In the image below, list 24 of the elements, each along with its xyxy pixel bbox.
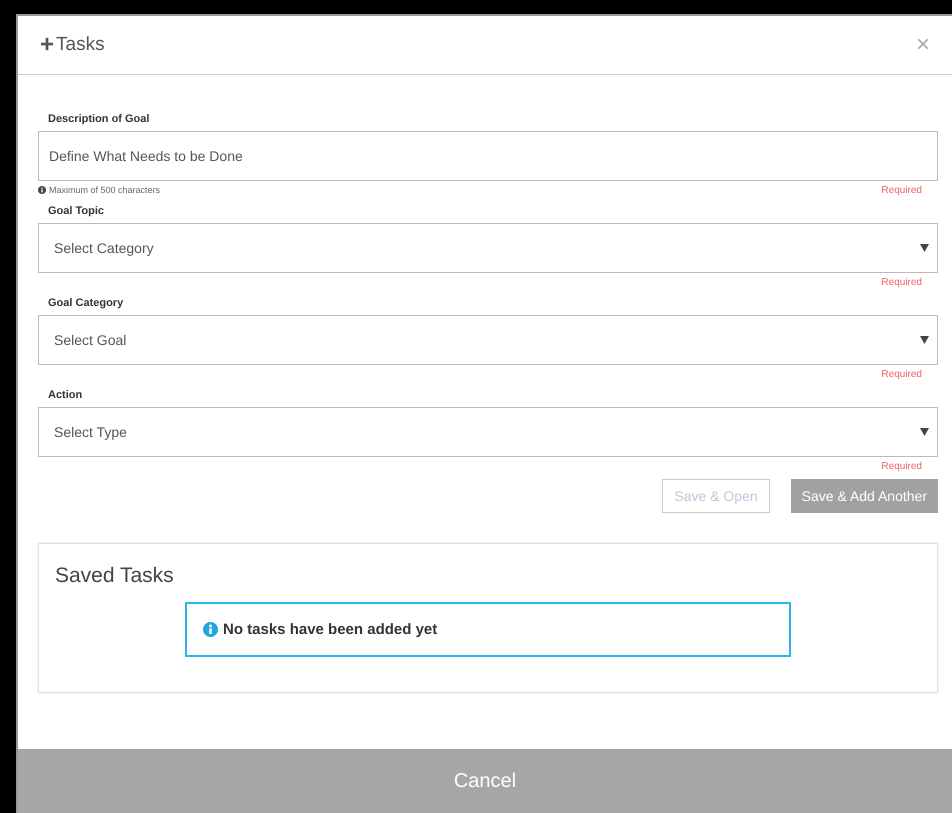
required-text: Required	[881, 184, 922, 196]
field-label: Goal Topic	[48, 205, 106, 217]
select-field[interactable]: Select Type	[38, 407, 938, 457]
field-label: Goal Category	[48, 297, 124, 309]
select-field[interactable]: Select Category	[38, 223, 938, 273]
field-label: Action	[48, 389, 84, 401]
panel-title: Saved Tasks	[55, 564, 175, 588]
close-button[interactable]: ×	[916, 33, 930, 57]
required-text: Required	[881, 368, 922, 380]
caret-icon	[920, 428, 929, 436]
cancel-button[interactable]: Cancel	[18, 749, 952, 813]
plus-icon: +	[40, 33, 54, 57]
input-field[interactable]: Define What Needs to be Done	[38, 131, 938, 181]
required-text: Required	[881, 460, 922, 472]
hint-text: Maximum of 500 characters	[38, 185, 160, 195]
select-field[interactable]: Select Goal	[38, 315, 938, 365]
dialog-title: Tasks	[56, 34, 105, 56]
alert-text: No tasks have been added yet	[223, 621, 438, 638]
field-label: Description of Goal	[48, 113, 150, 125]
info-icon	[203, 622, 218, 637]
caret-icon	[920, 244, 929, 252]
required-text: Required	[881, 276, 922, 288]
info-icon	[38, 186, 46, 194]
caret-icon	[920, 336, 929, 344]
